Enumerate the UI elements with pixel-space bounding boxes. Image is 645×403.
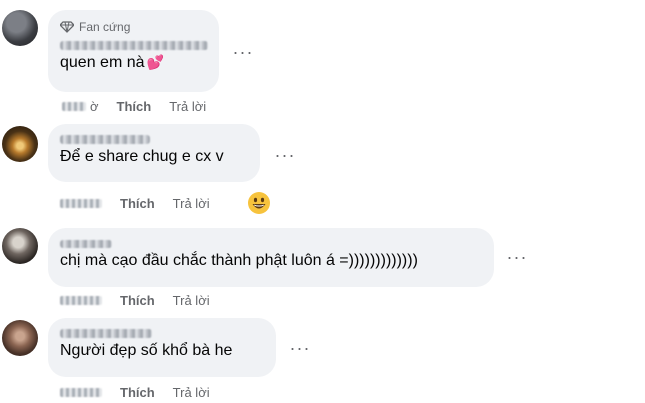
- like-button[interactable]: Thích: [120, 196, 155, 211]
- commenter-name[interactable]: [60, 236, 482, 250]
- comment-actions: Thích Trả lời: [60, 195, 210, 211]
- comment-bubble: chị mà cạo đầu chắc thành phật luôn á =)…: [48, 228, 494, 287]
- grinning-face-emoji[interactable]: [247, 191, 271, 215]
- commenter-avatar[interactable]: [2, 10, 38, 46]
- heart-emoji: 💕: [146, 54, 164, 70]
- comment-actions: ờ Thích Trả lời: [62, 98, 206, 114]
- comment-bubble: Người đẹp số khổ bà he: [48, 318, 276, 377]
- like-button[interactable]: Thích: [120, 293, 155, 308]
- fan-badge[interactable]: Fan cứng: [60, 19, 207, 35]
- comment-time[interactable]: [60, 387, 102, 397]
- comment-actions: Thích Trả lời: [60, 384, 210, 400]
- comment-text: Người đẹp số khổ bà he: [60, 342, 233, 359]
- reply-button[interactable]: Trả lời: [173, 196, 210, 211]
- commenter-name[interactable]: [60, 39, 208, 51]
- commenter-avatar[interactable]: [2, 320, 38, 356]
- more-options-icon[interactable]: ···: [288, 336, 312, 360]
- commenter-name[interactable]: [60, 132, 248, 146]
- comment-text: chị mà cạo đầu chắc thành phật luôn á =)…: [60, 252, 418, 269]
- comment-bubble: Để e share chug e cx v: [48, 124, 260, 182]
- comment-actions: Thích Trả lời: [60, 292, 210, 308]
- commenter-avatar[interactable]: [2, 228, 38, 264]
- comment-time[interactable]: [60, 198, 102, 208]
- comment-time[interactable]: ờ: [62, 99, 99, 114]
- like-button[interactable]: Thích: [120, 385, 155, 400]
- reply-button[interactable]: Trả lời: [169, 99, 206, 114]
- reply-button[interactable]: Trả lời: [173, 385, 210, 400]
- more-options-icon[interactable]: ···: [505, 245, 529, 269]
- comment-time[interactable]: [60, 295, 102, 305]
- comment-bubble: Fan cứng quen em nà 💕: [48, 10, 219, 92]
- more-options-icon[interactable]: ···: [273, 143, 297, 167]
- comment-text: quen em nà 💕: [60, 54, 164, 71]
- diamond-icon: [60, 21, 74, 33]
- more-options-icon[interactable]: ···: [231, 40, 255, 64]
- badge-label: Fan cứng: [79, 20, 131, 34]
- like-button[interactable]: Thích: [117, 99, 152, 114]
- commenter-avatar[interactable]: [2, 126, 38, 162]
- commenter-name[interactable]: [60, 326, 264, 340]
- comment-text: Để e share chug e cx v: [60, 148, 224, 165]
- reply-button[interactable]: Trả lời: [173, 293, 210, 308]
